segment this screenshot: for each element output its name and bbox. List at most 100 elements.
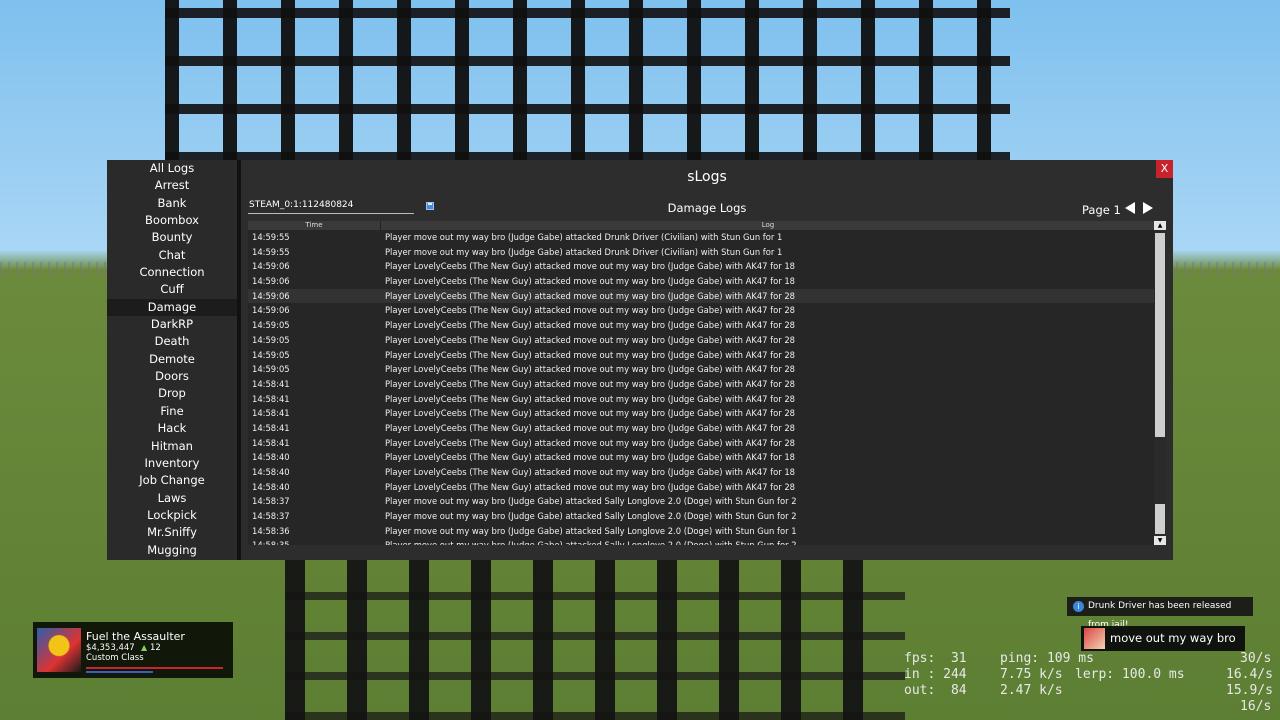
table-scrollbar[interactable]: ▲ ▼ (1154, 221, 1166, 545)
table-row[interactable]: 14:59:06 Player LovelyCeebs (The New Guy)… (248, 288, 1154, 304)
table-row[interactable]: 14:58:41 Player LovelyCeebs (The New Guy)… (248, 436, 1154, 451)
row-time: 14:59:06 (252, 276, 290, 287)
row-log: Player LovelyCeebs (The New Guy) attacke… (385, 467, 795, 477)
netgraph-extra-rate: 16/s (1240, 699, 1272, 714)
row-time: 14:58:36 (252, 525, 290, 536)
scroll-down-icon[interactable]: ▼ (1154, 536, 1166, 545)
row-log: Player LovelyCeebs (The New Guy) attacke… (385, 437, 795, 448)
row-log: Player LovelyCeebs (The New Guy) attacke… (385, 334, 795, 345)
sidebar-item-job-change[interactable]: Job Change (107, 472, 237, 489)
table-row[interactable]: 14:58:41 Player LovelyCeebs (The New Guy)… (248, 421, 1154, 436)
scroll-up-icon[interactable]: ▲ (1154, 221, 1166, 230)
table-row[interactable]: 14:59:05 Player LovelyCeebs (The New Guy)… (248, 318, 1154, 333)
netgraph-in-rate: 16.4/s (1226, 667, 1273, 682)
table-row[interactable]: 14:58:41 Player LovelyCeebs (The New Guy)… (248, 377, 1154, 392)
table-row[interactable]: 14:58:35 Player move out my way bro (Judg… (248, 538, 1154, 545)
row-time: 14:59:05 (252, 334, 290, 345)
row-time: 14:58:35 (252, 538, 290, 545)
netgraph-out-rate: 15.9/s (1226, 683, 1273, 698)
table-row[interactable]: 14:58:37 Player move out my way bro (Judg… (248, 509, 1154, 524)
voice-avatar (1084, 628, 1105, 649)
sidebar-item-damage[interactable]: Damage (107, 298, 237, 317)
row-log: Player LovelyCeebs (The New Guy) attacke… (385, 364, 795, 375)
sidebar-item-demote[interactable]: Demote (107, 351, 237, 368)
row-time: 14:58:37 (252, 511, 290, 522)
voice-chat-indicator: move out my way bro (1081, 626, 1245, 651)
page-indicator: Page 1 (1082, 203, 1121, 217)
sidebar-item-laws[interactable]: Laws (107, 490, 237, 507)
row-log: Player LovelyCeebs (The New Guy) attacke… (385, 408, 795, 419)
table-row[interactable]: 14:59:05 Player LovelyCeebs (The New Guy)… (248, 362, 1154, 377)
player-job: Custom Class (86, 653, 144, 663)
row-log: Player move out my way bro (Judge Gabe) … (385, 246, 783, 257)
sidebar-item-hitman[interactable]: Hitman (107, 438, 237, 455)
sidebar-item-inventory[interactable]: Inventory (107, 455, 237, 472)
table-row[interactable]: 14:58:36 Player move out my way bro (Judg… (248, 524, 1154, 539)
row-time: 14:58:41 (252, 408, 290, 419)
log-table: Time Log 14:59:55 Player move out my way … (248, 221, 1154, 545)
column-header-time[interactable]: Time (248, 221, 381, 230)
sidebar-item-cuff[interactable]: Cuff (107, 281, 237, 298)
sidebar-item-darkrp[interactable]: DarkRP (107, 316, 237, 333)
row-log: Player LovelyCeebs (The New Guy) attacke… (385, 261, 795, 272)
close-button[interactable]: X (1156, 160, 1173, 178)
row-log: Player move out my way bro (Judge Gabe) … (385, 538, 797, 545)
player-hud: Fuel the Assaulter $4,353,447 ▲ 12 Custo… (33, 622, 233, 678)
table-row[interactable]: 14:59:06 Player LovelyCeebs (The New Guy)… (248, 259, 1154, 274)
sidebar-item-mr-sniffy[interactable]: Mr.Sniffy (107, 524, 237, 541)
log-category-title: Damage Logs (667, 201, 747, 215)
slogs-panel: sLogs X Damage Logs Page 1 Time Log 14:5… (241, 160, 1173, 560)
table-row[interactable]: 14:59:55 Player move out my way bro (Judg… (248, 230, 1154, 245)
row-time: 14:58:41 (252, 437, 290, 448)
sidebar-item-mugging[interactable]: Mugging (107, 542, 237, 559)
row-log: Player LovelyCeebs (The New Guy) attacke… (385, 378, 795, 389)
table-row[interactable]: 14:58:40 Player LovelyCeebs (The New Guy)… (248, 450, 1154, 465)
sidebar-item-death[interactable]: Death (107, 333, 237, 350)
row-log: Player LovelyCeebs (The New Guy) attacke… (385, 290, 795, 301)
column-header-log[interactable]: Log (382, 221, 1154, 230)
row-time: 14:59:06 (252, 261, 290, 272)
scrollbar-thumb-lower[interactable] (1155, 504, 1165, 534)
sidebar-item-lockpick[interactable]: Lockpick (107, 507, 237, 524)
level-icon: ▲ (141, 643, 148, 652)
table-row[interactable]: 14:58:40 Player LovelyCeebs (The New Guy)… (248, 480, 1154, 495)
sidebar-item-drop[interactable]: Drop (107, 385, 237, 402)
scrollbar-thumb[interactable] (1155, 233, 1165, 437)
row-time: 14:59:05 (252, 320, 290, 331)
log-category-sidebar: All Logs Arrest Bank Boombox Bounty Chat Conne… (107, 160, 237, 560)
table-row[interactable]: 14:59:05 Player LovelyCeebs (The New Guy)… (248, 333, 1154, 348)
next-page-icon[interactable] (1143, 202, 1153, 214)
row-log: Player LovelyCeebs (The New Guy) attacke… (385, 393, 795, 404)
table-row[interactable]: 14:59:06 Player LovelyCeebs (The New Guy)… (248, 274, 1154, 289)
table-row[interactable]: 14:58:41 Player LovelyCeebs (The New Guy)… (248, 406, 1154, 421)
sidebar-item-bounty[interactable]: Bounty (107, 229, 237, 246)
row-time: 14:59:55 (252, 232, 290, 242)
prev-page-icon[interactable] (1125, 202, 1135, 214)
row-log: Player LovelyCeebs (The New Guy) attacke… (385, 276, 795, 287)
sidebar-item-boombox[interactable]: Boombox (107, 212, 237, 229)
row-time: 14:58:40 (252, 452, 290, 463)
row-time: 14:59:06 (252, 290, 290, 301)
sidebar-item-arrest[interactable]: Arrest (107, 177, 237, 194)
player-avatar (37, 628, 81, 672)
table-row[interactable]: 14:59:55 Player move out my way bro (Judg… (248, 245, 1154, 260)
sidebar-item-doors[interactable]: Doors (107, 368, 237, 385)
sidebar-item-all-logs[interactable]: All Logs (107, 160, 237, 177)
netgraph-ping: ping: 109 ms (1000, 651, 1094, 666)
row-time: 14:58:41 (252, 422, 290, 433)
row-time: 14:59:05 (252, 349, 290, 360)
table-row[interactable]: 14:58:40 Player LovelyCeebs (The New Guy)… (248, 465, 1154, 480)
table-row[interactable]: 14:59:05 Player LovelyCeebs (The New Guy)… (248, 348, 1154, 363)
table-row[interactable]: 14:58:37 Player move out my way bro (Judg… (248, 494, 1154, 509)
netgraph-out-kbs: 2.47 k/s (1000, 683, 1063, 698)
netgraph-in-kbs: 7.75 k/s (1000, 667, 1063, 682)
row-log: Player move out my way bro (Judge Gabe) … (385, 496, 797, 507)
sidebar-item-bank[interactable]: Bank (107, 195, 237, 212)
sidebar-item-connection[interactable]: Connection (107, 264, 237, 281)
sidebar-item-hack[interactable]: Hack (107, 420, 237, 437)
table-row[interactable]: 14:59:06 Player LovelyCeebs (The New Guy)… (248, 303, 1154, 318)
table-row[interactable]: 14:58:41 Player LovelyCeebs (The New Guy)… (248, 392, 1154, 407)
sidebar-item-chat[interactable]: Chat (107, 247, 237, 264)
sidebar-item-fine[interactable]: Fine (107, 403, 237, 420)
player-level: 12 (150, 643, 161, 653)
